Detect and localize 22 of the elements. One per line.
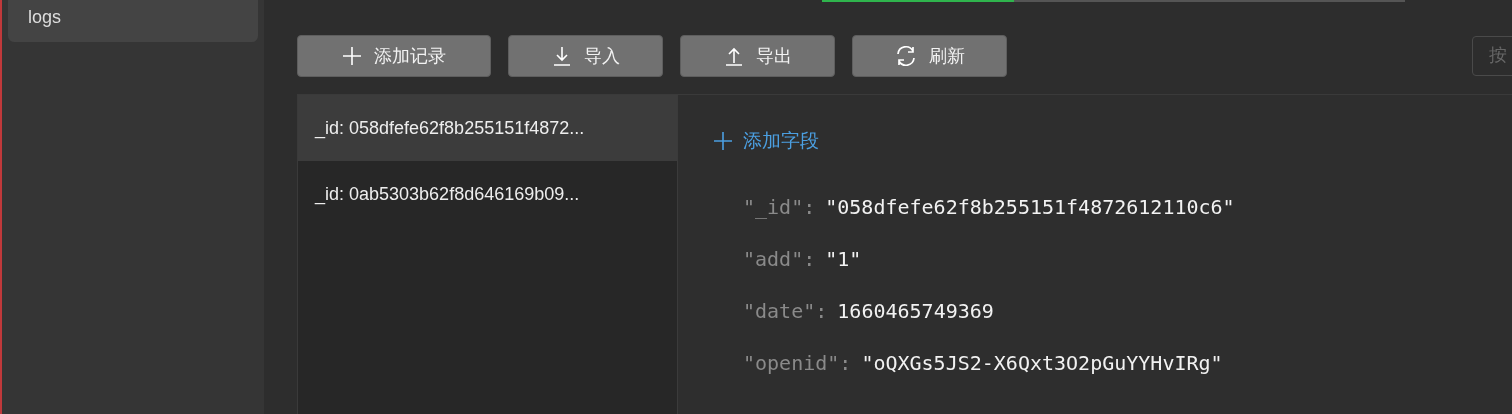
field-value: 1660465749369 xyxy=(837,299,994,323)
add-field-button[interactable]: 添加字段 xyxy=(713,125,819,157)
collection-item[interactable]: logs xyxy=(8,0,258,42)
import-button[interactable]: 导入 xyxy=(508,34,663,77)
search-field[interactable]: 按 xyxy=(1472,35,1512,76)
field-value: "oQXGs5JS2-X6Qxt3O2pGuYYHvIRg" xyxy=(861,351,1223,375)
field-value: "058dfefe62f8b255151f4872612110c6" xyxy=(825,195,1235,219)
field-key: "date": xyxy=(743,299,828,323)
download-icon xyxy=(551,45,572,66)
field-key: "openid": xyxy=(743,351,852,375)
record-item[interactable]: _id: 058dfefe62f8b255151f4872... xyxy=(298,95,677,161)
record-item[interactable]: _id: 0ab5303b62f8d646169b09... xyxy=(298,161,677,227)
refresh-icon xyxy=(894,44,917,67)
field-key: "_id": xyxy=(743,195,816,219)
add-button[interactable]: 添加记录 xyxy=(297,34,491,77)
export-button[interactable]: 导出 xyxy=(680,34,835,77)
field-key: "add": xyxy=(743,247,816,271)
plus-icon xyxy=(342,45,362,66)
refresh-button[interactable]: 刷新 xyxy=(852,34,1007,77)
upload-icon xyxy=(723,45,744,66)
field-value: "1" xyxy=(825,247,862,271)
plus-icon xyxy=(713,131,733,151)
